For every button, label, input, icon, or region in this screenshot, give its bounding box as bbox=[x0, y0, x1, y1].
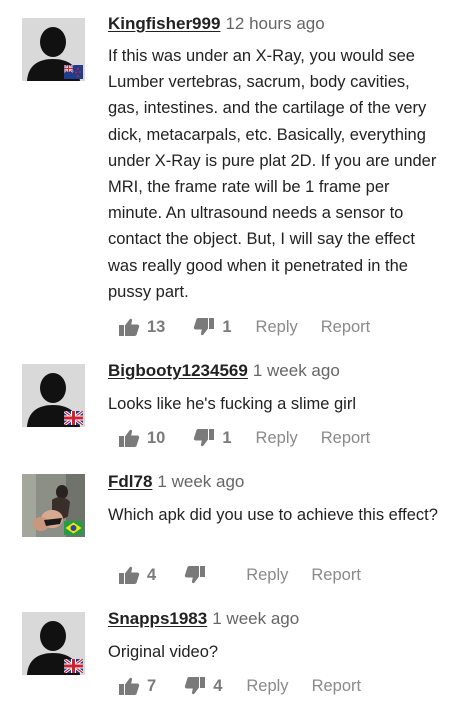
thumbs-down-icon[interactable] bbox=[193, 428, 215, 448]
like-count: 13 bbox=[147, 317, 166, 336]
comment-text: If this was under an X-Ray, you would se… bbox=[108, 47, 437, 301]
comment-actions: 13 1 Reply Report bbox=[118, 315, 370, 339]
comment-time: 1 week ago bbox=[252, 361, 340, 380]
username-link[interactable]: Fdl78 bbox=[108, 472, 152, 491]
like-count: 7 bbox=[147, 676, 157, 695]
thumbs-up-icon[interactable] bbox=[118, 565, 140, 585]
thumbs-down-icon[interactable] bbox=[184, 676, 206, 696]
report-button[interactable]: Report bbox=[312, 677, 362, 696]
thumbs-down-icon[interactable] bbox=[193, 317, 215, 337]
reply-button[interactable]: Reply bbox=[246, 566, 288, 585]
dislike-count: 1 bbox=[222, 428, 232, 447]
brazil-flag-icon bbox=[64, 521, 83, 535]
like-count: 4 bbox=[147, 565, 157, 584]
new-zealand-flag-icon bbox=[64, 65, 83, 79]
comment-header: Fdl78 1 week ago bbox=[108, 470, 244, 494]
dislike-count: 4 bbox=[213, 676, 223, 695]
avatar[interactable] bbox=[22, 18, 85, 81]
comment-text: Looks like he's fucking a slime girl bbox=[108, 395, 357, 413]
report-button[interactable]: Report bbox=[321, 318, 371, 337]
thumbs-up-icon[interactable] bbox=[118, 676, 140, 696]
comment-text: Original video? bbox=[108, 643, 219, 661]
username-link[interactable]: Bigbooty1234569 bbox=[108, 361, 248, 380]
reply-button[interactable]: Reply bbox=[256, 318, 298, 337]
report-button[interactable]: Report bbox=[311, 566, 361, 585]
reply-button[interactable]: Reply bbox=[246, 677, 288, 696]
comment-time: 1 week ago bbox=[157, 472, 245, 491]
avatar[interactable] bbox=[22, 612, 85, 675]
dislike-count: 1 bbox=[222, 317, 232, 336]
thumbs-up-icon[interactable] bbox=[118, 428, 140, 448]
username-link[interactable]: Kingfisher999 bbox=[108, 14, 220, 33]
comment-actions: 4 Reply Report bbox=[118, 563, 361, 587]
comment-header: Snapps1983 1 week ago bbox=[108, 607, 299, 631]
report-button[interactable]: Report bbox=[321, 429, 371, 448]
avatar[interactable] bbox=[22, 474, 85, 537]
reply-button[interactable]: Reply bbox=[256, 429, 298, 448]
thumbs-down-icon[interactable] bbox=[184, 565, 206, 585]
thumbs-up-icon[interactable] bbox=[118, 317, 140, 337]
comment-actions: 10 1 Reply Report bbox=[118, 426, 370, 450]
comment-text: Which apk did you use to achieve this ef… bbox=[108, 506, 438, 524]
comment-header: Kingfisher999 12 hours ago bbox=[108, 12, 325, 36]
united-kingdom-flag-icon bbox=[64, 659, 83, 673]
avatar[interactable] bbox=[22, 364, 85, 427]
username-link[interactable]: Snapps1983 bbox=[108, 609, 207, 628]
comment-header: Bigbooty1234569 1 week ago bbox=[108, 359, 340, 383]
comment-time: 12 hours ago bbox=[225, 14, 325, 33]
united-kingdom-flag-icon bbox=[64, 411, 83, 425]
comment-actions: 7 4 Reply Report bbox=[118, 674, 361, 698]
comment-time: 1 week ago bbox=[212, 609, 300, 628]
like-count: 10 bbox=[147, 428, 166, 447]
